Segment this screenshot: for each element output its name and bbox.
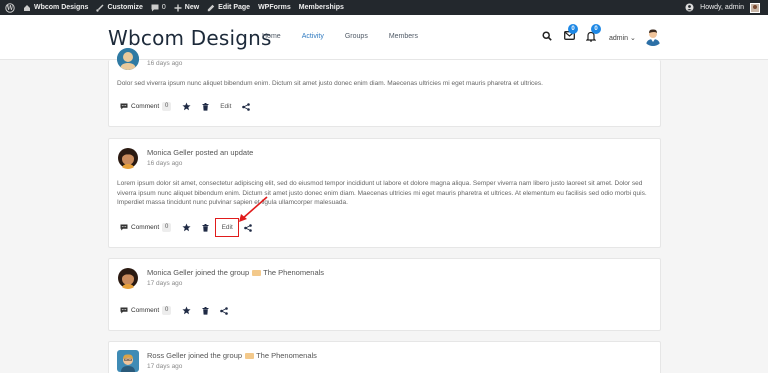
nav-members[interactable]: Members (389, 33, 418, 40)
activity-item: Ross Geller joined the group The Phenomen… (108, 341, 661, 373)
activity-title: Monica Geller joined the group The Phenom… (147, 268, 324, 277)
comment-button[interactable]: Comment 0 (120, 223, 172, 232)
activity-time[interactable]: 16 days ago (147, 160, 182, 167)
activity-title-text: Ross Geller joined the group (147, 351, 243, 360)
comment-bubble-icon (120, 103, 128, 110)
user-avatar[interactable] (643, 26, 663, 46)
messages-badge: 0 (568, 24, 578, 34)
edit-button[interactable]: Edit (220, 103, 231, 110)
user-name: admin (609, 35, 629, 42)
comment-button[interactable]: Comment 0 (120, 306, 172, 315)
group-link[interactable]: The Phenomenals (256, 351, 317, 360)
activity-content: Lorem ipsum dolor sit amet, consectetur … (117, 180, 647, 206)
comment-label: Comment (131, 103, 160, 110)
share-icon[interactable] (220, 306, 228, 315)
trash-icon[interactable] (202, 223, 209, 232)
edit-page-label: Edit Page (218, 4, 251, 11)
group-link[interactable]: The Phenomenals (263, 268, 324, 277)
account-circle-icon[interactable] (685, 3, 694, 12)
comment-bubble-icon (120, 307, 128, 314)
favorite-star-icon[interactable] (182, 102, 191, 111)
main-nav: Home Activity Groups Members (262, 33, 439, 40)
home-icon (24, 4, 30, 11)
trash-icon[interactable] (202, 306, 209, 315)
comment-bubble-icon (120, 224, 128, 231)
nav-groups[interactable]: Groups (345, 33, 368, 40)
comment-button[interactable]: Comment 0 (120, 102, 172, 111)
svg-text:W: W (6, 5, 14, 12)
activity-actions: Comment 0 Edit (120, 218, 252, 237)
plus-icon (174, 4, 182, 11)
notifications-badge: 0 (591, 24, 601, 34)
comment-label: Comment (131, 224, 160, 231)
share-icon[interactable] (242, 102, 251, 111)
memberships-link[interactable]: Memberships (299, 4, 344, 11)
member-avatar[interactable] (117, 267, 139, 289)
member-avatar[interactable] (117, 350, 139, 372)
edit-page-link[interactable]: Edit Page (207, 4, 250, 12)
comment-count: 0 (162, 102, 172, 111)
site-header: Wbcom Designs Home Activity Groups Membe… (0, 15, 768, 60)
comments-count: 0 (161, 4, 166, 11)
memberships-label: Memberships (298, 4, 344, 11)
new-label: New (184, 4, 200, 11)
favorite-star-icon[interactable] (182, 306, 191, 315)
activity-actions: Comment 0 Edit (120, 100, 251, 113)
new-content-link[interactable]: New (174, 4, 199, 12)
group-icon (252, 270, 262, 277)
activity-actions: Comment 0 (120, 304, 228, 317)
nav-activity[interactable]: Activity (302, 33, 324, 40)
wpforms-link[interactable]: WPForms (258, 4, 291, 11)
site-name-link[interactable]: Wbcom Designs (23, 4, 88, 12)
customize-link[interactable]: Customize (96, 4, 143, 12)
chevron-down-icon: ⌄ (630, 35, 636, 42)
activity-time[interactable]: 17 days ago (147, 363, 182, 370)
activity-item: Monica Geller posted an update 16 days a… (108, 138, 661, 248)
admin-bar: W Wbcom Designs Customize 0 New Edit Pag… (0, 0, 768, 15)
activity-time[interactable]: 17 days ago (147, 280, 182, 287)
wpforms-label: WPForms (258, 4, 291, 11)
brush-icon (96, 4, 104, 12)
comment-count: 0 (162, 306, 172, 315)
activity-title: Ross Geller joined the group The Phenomen… (147, 351, 317, 360)
comment-icon (151, 4, 159, 11)
activity-title: Monica Geller posted an update (147, 148, 254, 157)
admin-bar-avatar[interactable] (750, 2, 760, 13)
member-avatar[interactable] (117, 48, 139, 70)
user-menu[interactable]: admin ⌄ (609, 34, 636, 42)
activity-title-text: Monica Geller joined the group (147, 268, 250, 277)
group-icon (245, 353, 255, 360)
customize-label: Customize (107, 4, 143, 11)
nav-home[interactable]: Home (262, 33, 281, 40)
trash-icon[interactable] (202, 102, 209, 111)
activity-time[interactable]: 16 days ago (147, 60, 182, 67)
howdy-label[interactable]: Howdy, admin (700, 4, 744, 11)
comment-label: Comment (131, 307, 160, 314)
site-name-label: Wbcom Designs (34, 4, 89, 11)
activity-item: 16 days ago Dolor sed viverra ipsum nunc… (108, 48, 661, 127)
comment-count: 0 (162, 223, 172, 232)
site-logo[interactable]: Wbcom Designs (108, 26, 272, 50)
activity-content: Dolor sed viverra ipsum nunc aliquet bib… (117, 80, 543, 87)
member-avatar[interactable] (117, 147, 139, 169)
search-icon[interactable] (542, 31, 552, 41)
activity-item: Monica Geller joined the group The Phenom… (108, 258, 661, 331)
comments-link[interactable]: 0 (151, 4, 166, 12)
pencil-icon (207, 4, 215, 11)
favorite-star-icon[interactable] (182, 223, 191, 232)
annotation-arrow (239, 196, 268, 222)
wordpress-logo-icon[interactable]: W (5, 2, 15, 13)
